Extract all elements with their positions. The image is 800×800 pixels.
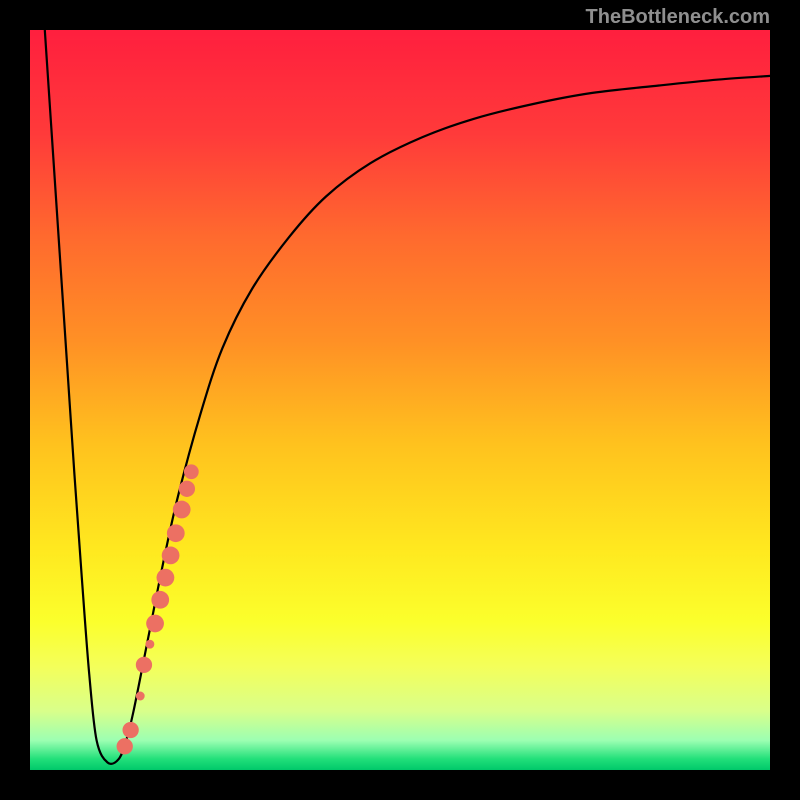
marker-dot (151, 591, 169, 609)
marker-dot (173, 501, 191, 519)
marker-dot (123, 722, 139, 738)
marker-dot (184, 464, 199, 479)
marker-dot (136, 657, 152, 673)
chart-frame: TheBottleneck.com (0, 0, 800, 800)
plot-area (30, 30, 770, 770)
marker-dot (157, 569, 175, 587)
marker-dot (117, 738, 133, 754)
marker-dot (162, 547, 180, 565)
chart-svg (30, 30, 770, 770)
marker-dot (145, 640, 154, 649)
marker-dot (146, 615, 164, 633)
marker-dot (167, 524, 185, 542)
marker-dot (179, 481, 195, 497)
watermark-text: TheBottleneck.com (586, 6, 770, 29)
marker-dot (136, 692, 145, 701)
